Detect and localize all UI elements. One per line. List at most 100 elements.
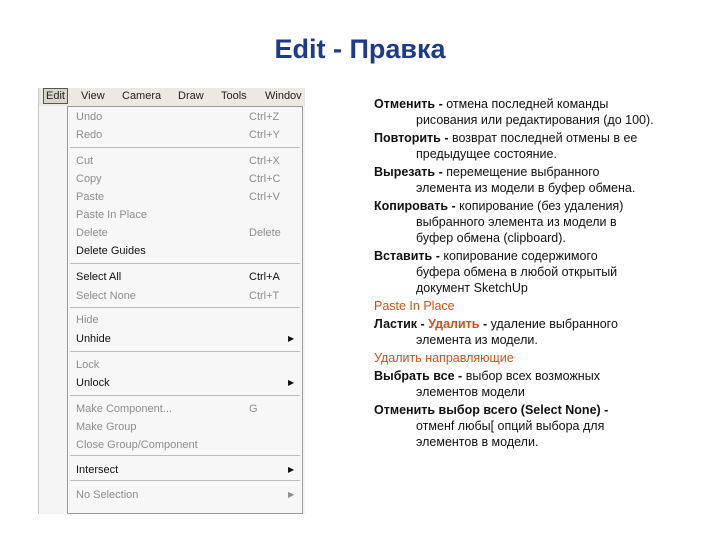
menu-item-shortcut: Ctrl+Z (249, 111, 280, 123)
menu-separator (70, 307, 300, 308)
menu-item-label: Make Component... (76, 403, 172, 415)
menu-window[interactable]: Windov (265, 90, 302, 102)
description-text: перемещение выбранного (446, 165, 600, 179)
menu-edit[interactable]: Edit (43, 88, 68, 104)
description-entry: Отменить - отмена последней команды рисов… (374, 96, 704, 128)
menu-item-intersect[interactable]: Intersect ▶ (76, 462, 296, 478)
description-term: Вставить (374, 249, 433, 263)
description-separator: - (435, 165, 447, 179)
menu-item-unlock[interactable]: Unlock ▶ (76, 375, 296, 391)
menu-item-label: Unlock (76, 377, 110, 389)
menu-item-label: Undo (76, 111, 103, 123)
menu-camera[interactable]: Camera (122, 90, 161, 102)
description-entry: Отменить выбор всего (Select None) - отме… (374, 402, 704, 450)
menu-view[interactable]: View (81, 90, 105, 102)
menu-item-cut[interactable]: Cut Ctrl+X (76, 153, 296, 169)
description-panel: Отменить - отмена последней команды рисов… (374, 96, 704, 452)
menu-item-no-selection[interactable]: No Selection ▶ (76, 487, 296, 503)
sketchup-edit-menu-screenshot: Edit View Camera Draw Tools Windov Undo C… (38, 88, 305, 514)
menu-item-select-all[interactable]: Select All Ctrl+A (76, 269, 296, 285)
description-text: буфер обмена (clipboard). (416, 231, 566, 245)
menu-item-label: Unhide (76, 333, 111, 345)
menu-item-label: Cut (76, 155, 94, 167)
menu-item-label: No Selection (76, 489, 139, 501)
description-entry: Повторить - возврат последней отмены в е… (374, 130, 704, 162)
menu-item-undo[interactable]: Undo Ctrl+Z (76, 109, 296, 125)
description-separator: - (454, 369, 466, 383)
menu-item-label: Paste In Place (76, 209, 147, 221)
menu-item-label: Redo (76, 129, 103, 141)
description-term: Вырезать (374, 165, 436, 179)
menu-item-label: Hide (76, 314, 99, 326)
menu-item-paste[interactable]: Paste Ctrl+V (76, 189, 296, 205)
menu-item-make-component[interactable]: Make Component... G (76, 401, 296, 417)
menu-item-label: Select None (76, 290, 136, 302)
menu-item-shortcut: Ctrl+V (249, 191, 280, 203)
menu-separator (70, 147, 300, 148)
description-text: буфера обмена в любой открытый (416, 265, 618, 279)
description-term: Отменить выбор всего (Select None) - (374, 403, 609, 417)
menu-separator (70, 351, 300, 352)
menu-separator (70, 480, 300, 481)
menu-separator (70, 455, 300, 456)
description-term: Paste In Place (374, 299, 455, 313)
menu-item-shortcut: Delete (249, 227, 281, 239)
submenu-arrow-icon: ▶ (288, 465, 295, 474)
menu-item-select-none[interactable]: Select None Ctrl+T (76, 288, 296, 304)
description-text: выбранного элемента из модели в (416, 215, 617, 229)
menu-item-shortcut: Ctrl+C (249, 173, 281, 185)
menu-item-delete-guides[interactable]: Delete Guides (76, 243, 296, 259)
description-entry: Выбрать все - выбор всех возможных элемен… (374, 368, 704, 400)
menu-item-label: Close Group/Component (76, 439, 198, 451)
description-term: Выбрать все (374, 369, 455, 383)
description-term: Повторить (374, 131, 441, 145)
menu-item-shortcut: G (249, 403, 258, 415)
description-text: копирование содержимого (443, 249, 598, 263)
description-separator: - (440, 131, 452, 145)
description-term: Отменить (374, 97, 436, 111)
menu-item-hide[interactable]: Hide (76, 312, 296, 328)
description-separator: - (448, 199, 460, 213)
menu-item-delete[interactable]: Delete Delete (76, 225, 296, 241)
menu-item-label: Copy (76, 173, 102, 185)
menu-item-unhide[interactable]: Unhide ▶ (76, 331, 296, 347)
menu-item-label: Select All (76, 271, 122, 283)
menu-item-label: Lock (76, 359, 100, 371)
description-entry: Вырезать - перемещение выбранного элемент… (374, 164, 704, 196)
menu-item-shortcut: Ctrl+T (249, 290, 280, 302)
menu-item-close-group-component[interactable]: Close Group/Component (76, 437, 296, 453)
menu-item-lock[interactable]: Lock (76, 357, 296, 373)
description-text: копирование (без удаления) (459, 199, 624, 213)
menu-item-shortcut: Ctrl+Y (249, 129, 280, 141)
menu-bar: Edit View Camera Draw Tools Windov (39, 88, 305, 106)
menu-item-label: Make Group (76, 421, 137, 433)
menu-item-label: Paste (76, 191, 105, 203)
menu-item-paste-in-place[interactable]: Paste In Place (76, 207, 296, 223)
menu-item-label: Intersect (76, 464, 119, 476)
description-separator: - (435, 97, 447, 111)
menu-draw[interactable]: Draw (178, 90, 204, 102)
menu-item-shortcut: Ctrl+A (249, 271, 280, 283)
menu-separator (70, 263, 300, 264)
description-term: Ластик - (374, 317, 425, 331)
description-term: Удалить направляющие (374, 351, 514, 365)
description-entry: Ластик - Удалить - удаление выбранного эл… (374, 316, 704, 348)
menu-item-label: Delete (76, 227, 108, 239)
description-entry: Paste In Place (374, 298, 704, 314)
menu-item-copy[interactable]: Copy Ctrl+C (76, 171, 296, 187)
submenu-arrow-icon: ▶ (288, 334, 295, 343)
submenu-arrow-icon: ▶ (288, 378, 295, 387)
description-text: элемента из модели в буфер обмена. (416, 181, 636, 195)
slide-title: Edit - Правка (274, 34, 446, 64)
menu-item-shortcut: Ctrl+X (249, 155, 280, 167)
description-text: элементов в модели. (416, 435, 539, 449)
description-text: предыдущее состояние. (416, 147, 557, 161)
menu-item-label: Delete Guides (76, 245, 146, 257)
description-text: отмена последней команды (446, 97, 609, 111)
description-text: документ SketchUp (416, 281, 528, 295)
menu-tools[interactable]: Tools (221, 90, 247, 102)
edit-dropdown-menu: Undo Ctrl+Z Redo Ctrl+Y Cut Ctrl+X Copy Ctrl+C P… (67, 106, 303, 514)
menu-item-make-group[interactable]: Make Group (76, 419, 296, 435)
description-text: выбор всех возможных (465, 369, 600, 383)
menu-item-redo[interactable]: Redo Ctrl+Y (76, 127, 296, 143)
